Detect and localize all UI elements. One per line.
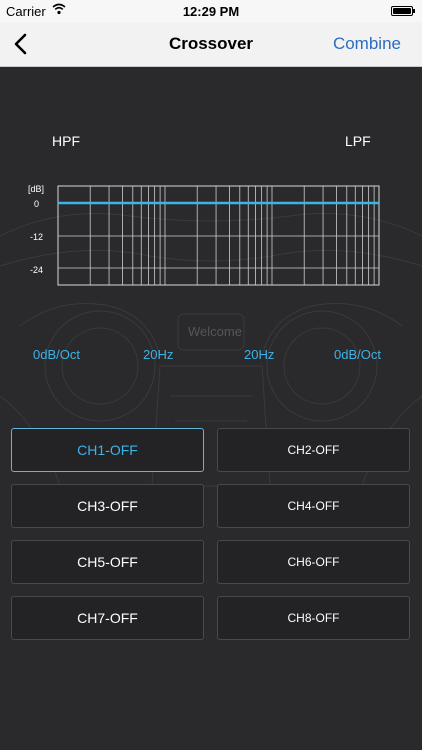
hpf-frequency-value[interactable]: 20Hz [143, 347, 173, 362]
dashboard-background-art: Welcome [0, 213, 422, 487]
lpf-label: LPF [345, 133, 371, 149]
hpf-label: HPF [52, 133, 80, 149]
hpf-slope-value[interactable]: 0dB/Oct [33, 347, 80, 362]
battery-fill [393, 8, 411, 14]
battery-icon [391, 6, 415, 16]
lpf-frequency-value[interactable]: 20Hz [244, 347, 274, 362]
channel-5-button[interactable]: CH5-OFF [11, 540, 204, 584]
clock: 12:29 PM [182, 4, 240, 19]
channel-8-button[interactable]: CH8-OFF [217, 596, 410, 640]
graph-unit-label: [dB] [28, 184, 45, 194]
y-tick-label: -12 [30, 232, 44, 242]
combine-button[interactable]: Combine [333, 34, 401, 54]
y-tick-label: 0 [34, 199, 40, 209]
status-bar: Carrier 12:29 PM [0, 0, 422, 22]
navigation-bar: Crossover Combine [0, 22, 422, 67]
welcome-watermark: Welcome [188, 324, 242, 339]
channel-2-button[interactable]: CH2-OFF [217, 428, 410, 472]
y-tick-label: -24 [30, 265, 44, 275]
channel-7-button[interactable]: CH7-OFF [11, 596, 204, 640]
channel-4-button[interactable]: CH4-OFF [217, 484, 410, 528]
channel-6-button[interactable]: CH6-OFF [217, 540, 410, 584]
channel-3-button[interactable]: CH3-OFF [11, 484, 204, 528]
lpf-slope-value[interactable]: 0dB/Oct [334, 347, 381, 362]
channel-1-button[interactable]: CH1-OFF [11, 428, 204, 472]
